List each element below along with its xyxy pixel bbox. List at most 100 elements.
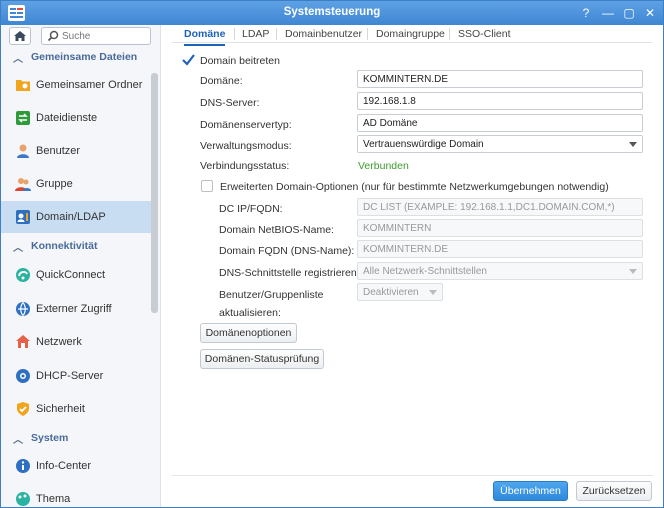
- sidebar-item-label: DHCP-Server: [36, 370, 104, 382]
- fqdn-input[interactable]: KOMMINTERN.DE: [357, 240, 643, 258]
- server-type-label: Domänenservertyp:: [200, 119, 292, 131]
- sidebar-item-label: Benutzer: [36, 145, 81, 157]
- file-services-icon: [16, 111, 30, 125]
- domain-input[interactable]: KOMMINTERN.DE: [357, 70, 643, 88]
- management-mode-select[interactable]: Vertrauenswürdige Domain: [357, 135, 643, 153]
- sidebar-item-domain-ldap[interactable]: Domain/LDAP: [1, 201, 151, 233]
- sidebar-item-users[interactable]: Benutzer: [1, 135, 151, 167]
- sidebar-item-label: QuickConnect: [36, 269, 106, 281]
- tab-divider: [367, 28, 368, 40]
- user-list-label-line1: Benutzer/Gruppenliste: [219, 289, 324, 301]
- chevron-up-icon: ︿: [13, 243, 23, 254]
- close-button[interactable]: ✕: [642, 5, 658, 21]
- window-title: Systemsteuerung: [283, 6, 381, 18]
- tab-bar: Domäne LDAP Domainbenutzer Domaingruppe …: [172, 25, 652, 46]
- tab-divider: [449, 28, 450, 40]
- group-icon: [15, 178, 31, 191]
- sidebar-item-theme[interactable]: Thema: [1, 483, 151, 507]
- connection-status-label: Verbindungsstatus:: [200, 160, 290, 172]
- control-panel-window: Systemsteuerung ? — ▢ ✕ ︿ Gemeinsame Dat…: [0, 0, 664, 508]
- domain-status-check-button[interactable]: Domänen-Statusprüfung: [200, 349, 324, 369]
- sidebar-item-shared-folder[interactable]: Gemeinsamer Ordner: [1, 69, 151, 101]
- home-button[interactable]: [9, 27, 31, 45]
- advanced-options-label: Erweiterten Domain-Optionen (nur für bes…: [220, 181, 609, 193]
- sidebar-item-label: Domain/LDAP: [36, 211, 106, 223]
- join-domain-label: Domain beitreten: [200, 55, 280, 67]
- section-label: Konnektivität: [31, 240, 98, 252]
- chevron-down-icon: [629, 269, 637, 274]
- domain-options-button[interactable]: Domänenoptionen: [200, 323, 297, 343]
- sidebar-item-label: Externer Zugriff: [36, 303, 112, 315]
- user-list-update-select[interactable]: Deaktivieren: [357, 283, 443, 301]
- chevron-down-icon: [629, 142, 637, 147]
- sidebar-item-label: Sicherheit: [36, 403, 85, 415]
- sidebar-item-dhcp-server[interactable]: DHCP-Server: [1, 360, 151, 392]
- section-label: System: [31, 432, 69, 444]
- tab-divider: [234, 28, 235, 40]
- tab-domain-users[interactable]: Domainbenutzer: [285, 28, 362, 44]
- section-system[interactable]: ︿ System: [1, 428, 151, 448]
- sidebar-scrollbar[interactable]: [151, 73, 158, 313]
- tab-domain-groups[interactable]: Domaingruppe: [376, 28, 445, 44]
- chevron-up-icon: ︿: [13, 435, 23, 446]
- dns-interface-label: DNS-Schnittstelle registrieren:: [219, 267, 360, 279]
- netbios-input[interactable]: KOMMINTERN: [357, 219, 643, 237]
- sidebar-item-label: Dateidienste: [36, 112, 98, 124]
- domain-label: Domäne:: [200, 75, 243, 87]
- sidebar-item-label: Info-Center: [36, 460, 92, 472]
- user-list-label-line2: aktualisieren:: [219, 307, 281, 319]
- sidebar-item-quickconnect[interactable]: QuickConnect: [1, 259, 151, 291]
- sidebar-item-label: Thema: [36, 493, 71, 505]
- footer-divider: [172, 475, 654, 476]
- sidebar-item-group[interactable]: Gruppe: [1, 168, 151, 200]
- tab-sso-client[interactable]: SSO-Client: [458, 28, 511, 44]
- apply-button[interactable]: Übernehmen: [493, 481, 568, 501]
- dns-interface-select[interactable]: Alle Netzwerk-Schnittstellen: [357, 262, 643, 280]
- search-icon: [47, 30, 59, 42]
- dc-fqdn-input[interactable]: DC LIST (EXAMPLE: 192.168.1.1,DC1.DOMAIN…: [357, 198, 643, 216]
- sidebar-item-network[interactable]: Netzwerk: [1, 326, 151, 358]
- sidebar-item-file-services[interactable]: Dateidienste: [1, 102, 151, 134]
- home-icon: [14, 31, 26, 41]
- section-connectivity[interactable]: ︿ Konnektivität: [1, 236, 151, 256]
- sidebar-item-label: Netzwerk: [36, 336, 82, 348]
- dc-fqdn-label: DC IP/FQDN:: [219, 203, 283, 215]
- title-bar[interactable]: Systemsteuerung ? — ▢ ✕: [1, 1, 663, 25]
- search-input[interactable]: [62, 29, 148, 43]
- tab-domain[interactable]: Domäne: [184, 28, 226, 46]
- network-icon: [16, 335, 30, 348]
- management-mode-value: Vertrauenswürdige Domain: [363, 139, 484, 150]
- reset-button[interactable]: Zurücksetzen: [576, 481, 652, 501]
- chevron-down-icon: [429, 290, 437, 295]
- section-shared-files[interactable]: ︿ Gemeinsame Dateien: [1, 47, 151, 67]
- tab-ldap[interactable]: LDAP: [242, 28, 269, 44]
- chevron-up-icon: ︿: [13, 54, 23, 65]
- user-icon: [17, 144, 29, 158]
- maximize-button[interactable]: ▢: [621, 5, 637, 21]
- netbios-label: Domain NetBIOS-Name:: [219, 224, 334, 236]
- info-center-icon: [16, 459, 30, 473]
- connection-status-value: Verbunden: [358, 160, 409, 172]
- sidebar-item-external-access[interactable]: Externer Zugriff: [1, 293, 151, 325]
- shield-icon: [17, 402, 29, 416]
- domain-ldap-icon: [16, 210, 30, 224]
- help-button[interactable]: ?: [578, 5, 594, 21]
- checkmark-icon[interactable]: [181, 53, 196, 67]
- section-label: Gemeinsame Dateien: [31, 51, 138, 63]
- sidebar-item-info-center[interactable]: Info-Center: [1, 450, 151, 482]
- dhcp-server-icon: [16, 369, 30, 383]
- shared-folder-icon: [16, 80, 30, 91]
- sidebar-item-label: Gemeinsamer Ordner: [36, 79, 143, 91]
- user-list-update-value: Deaktivieren: [363, 287, 419, 298]
- dns-server-label: DNS-Server:: [200, 97, 260, 109]
- fqdn-label: Domain FQDN (DNS-Name):: [219, 245, 355, 257]
- theme-icon: [16, 492, 30, 506]
- dns-interface-value: Alle Netzwerk-Schnittstellen: [363, 266, 487, 277]
- tab-divider: [276, 28, 277, 40]
- dns-server-input[interactable]: 192.168.1.8: [357, 92, 643, 110]
- minimize-button[interactable]: —: [600, 5, 616, 21]
- search-box[interactable]: [41, 27, 151, 45]
- sidebar-item-security[interactable]: Sicherheit: [1, 393, 151, 425]
- server-type-input[interactable]: AD Domäne: [357, 114, 643, 132]
- advanced-options-checkbox[interactable]: [201, 180, 213, 192]
